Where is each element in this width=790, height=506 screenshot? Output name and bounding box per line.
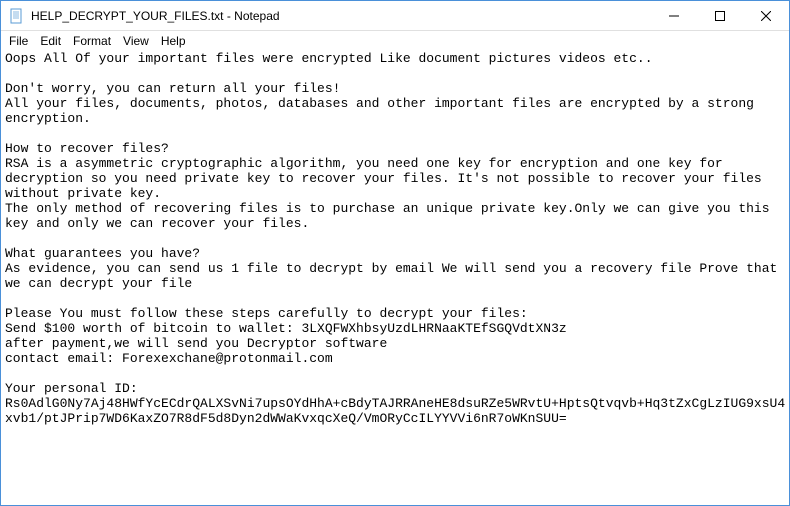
menu-format[interactable]: Format <box>67 33 117 49</box>
text-area[interactable]: Oops All Of your important files were en… <box>1 51 789 505</box>
menu-edit[interactable]: Edit <box>34 33 67 49</box>
menubar: File Edit Format View Help <box>1 31 789 51</box>
window-controls <box>651 1 789 30</box>
close-button[interactable] <box>743 1 789 30</box>
titlebar: HELP_DECRYPT_YOUR_FILES.txt - Notepad <box>1 1 789 31</box>
menu-view[interactable]: View <box>117 33 155 49</box>
notepad-icon <box>9 8 25 24</box>
menu-file[interactable]: File <box>3 33 34 49</box>
window-title: HELP_DECRYPT_YOUR_FILES.txt - Notepad <box>31 9 651 23</box>
minimize-button[interactable] <box>651 1 697 30</box>
maximize-button[interactable] <box>697 1 743 30</box>
menu-help[interactable]: Help <box>155 33 192 49</box>
